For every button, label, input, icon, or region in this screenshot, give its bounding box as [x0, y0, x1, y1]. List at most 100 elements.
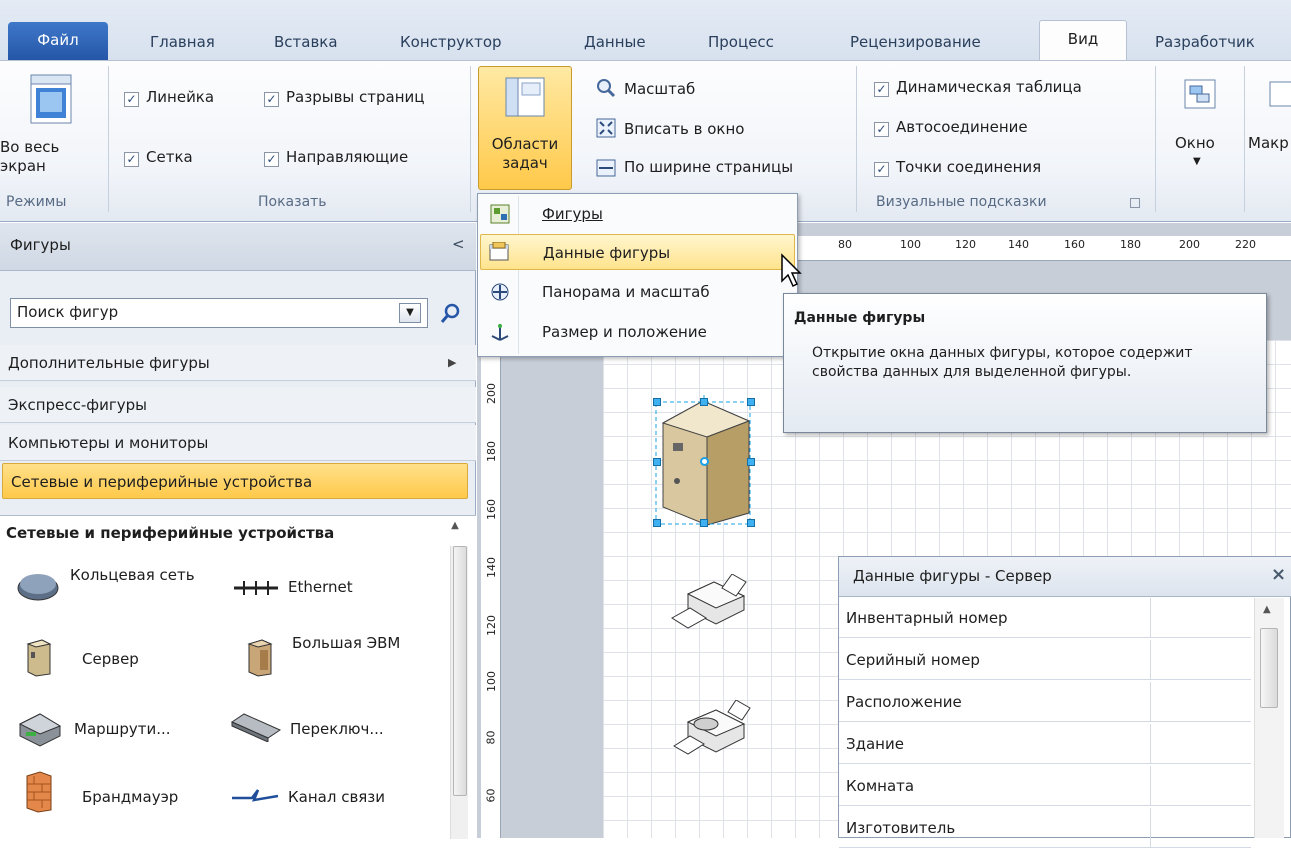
shape-data-window-title: Данные фигуры - Сервер — [853, 567, 1052, 585]
tab-developer[interactable]: Разработчик — [1151, 24, 1259, 60]
stencil-network-peripherals: Сетевые и периферийные устройства ▲ Коль… — [0, 515, 476, 839]
task-panes-icon — [505, 77, 545, 117]
shapes-panel-header: Фигуры < — [0, 223, 476, 271]
shape-server[interactable]: Сервер — [20, 628, 220, 692]
switch-icon — [230, 713, 282, 742]
shape-ring-network[interactable]: Кольцевая сеть — [16, 560, 246, 620]
macros-button[interactable]: Макр — [1248, 66, 1291, 190]
canvas-printer-shape[interactable] — [670, 574, 750, 634]
data-value-building[interactable] — [1150, 724, 1251, 764]
category-network-peripherals[interactable]: Сетевые и периферийные устройства — [2, 463, 468, 499]
dialog-launcher-icon[interactable] — [1130, 198, 1140, 208]
tab-process[interactable]: Процесс — [704, 24, 778, 60]
zoom-icon — [597, 79, 616, 98]
page-width-button[interactable]: По ширине страницы — [624, 158, 793, 176]
chevron-right-icon: ▶ — [448, 356, 457, 369]
mainframe-icon — [247, 639, 273, 677]
guides-label: Направляющие — [286, 148, 409, 166]
tab-view[interactable]: Вид — [1039, 20, 1127, 61]
fit-window-icon — [596, 118, 616, 138]
search-icon[interactable] — [440, 303, 462, 325]
size-position-icon — [491, 324, 509, 341]
ruler-checkbox[interactable]: ✓ — [124, 92, 139, 107]
shape-data-tooltip: Данные фигуры Открытие окна данных фигур… — [783, 293, 1267, 433]
shape-switch[interactable]: Переключ... — [230, 704, 440, 760]
scroll-up-icon[interactable]: ▲ — [1263, 604, 1271, 615]
data-value-room[interactable] — [1150, 766, 1251, 806]
autoconnect-label: Автосоединение — [896, 118, 1028, 136]
comm-link-icon — [232, 789, 279, 802]
mouse-cursor-icon — [781, 253, 802, 288]
data-value-serial-number[interactable] — [1150, 640, 1251, 680]
shape-data-scrollbar[interactable]: ▲ — [1254, 598, 1284, 838]
data-value-inventory-number[interactable] — [1150, 598, 1251, 638]
close-icon[interactable]: × — [1271, 564, 1286, 585]
group-label-modes: Режимы — [6, 194, 67, 210]
fullscreen-button[interactable]: Во весь экран — [0, 66, 102, 192]
task-panes-menu: Фигуры Данные фигуры Панорама и масштаб … — [477, 193, 798, 357]
tab-file[interactable]: Файл — [8, 22, 108, 60]
category-quick-shapes[interactable]: Экспресс-фигуры — [0, 387, 476, 423]
ethernet-icon — [234, 581, 278, 595]
category-more-shapes[interactable]: Дополнительные фигуры ▶ — [0, 345, 476, 381]
search-shapes-input[interactable]: Поиск фигур ▼ — [10, 298, 428, 328]
scrollbar-thumb[interactable] — [1260, 628, 1278, 708]
server-icon — [26, 639, 52, 677]
firewall-icon — [26, 771, 52, 813]
router-icon — [18, 713, 62, 747]
group-label-show: Показать — [258, 194, 327, 210]
dynamic-grid-checkbox[interactable]: ✓ — [874, 82, 889, 97]
ring-network-icon — [17, 574, 59, 601]
stencil-title: Сетевые и периферийные устройства — [6, 524, 335, 542]
guides-checkbox[interactable]: ✓ — [264, 152, 279, 167]
zoom-button[interactable]: Масштаб — [624, 80, 695, 98]
window-icon — [1184, 79, 1216, 109]
pan-zoom-icon — [491, 283, 509, 301]
canvas-server-shape[interactable] — [653, 395, 755, 527]
data-value-manufacturer[interactable] — [1150, 808, 1251, 848]
category-computers-monitors[interactable]: Компьютеры и мониторы — [0, 425, 476, 461]
connection-points-checkbox[interactable]: ✓ — [874, 162, 889, 177]
canvas-fax-shape[interactable] — [672, 700, 752, 760]
tooltip-title: Данные фигуры — [794, 310, 926, 326]
grid-label: Сетка — [146, 148, 193, 166]
shape-mainframe[interactable]: Большая ЭВМ — [240, 628, 440, 692]
shapes-panel-title: Фигуры — [10, 236, 71, 254]
tab-review[interactable]: Рецензирование — [846, 24, 985, 60]
shape-router[interactable]: Маршрути... — [16, 704, 226, 760]
shape-data-icon — [489, 242, 509, 261]
autoconnect-checkbox[interactable]: ✓ — [874, 122, 889, 137]
menu-item-shape-data[interactable]: Данные фигуры — [480, 234, 795, 270]
page-breaks-label: Разрывы страниц — [286, 88, 425, 106]
fullscreen-icon — [30, 74, 72, 124]
dynamic-grid-label: Динамическая таблица — [896, 78, 1082, 96]
page-width-icon — [596, 159, 616, 177]
tab-home[interactable]: Главная — [146, 24, 219, 60]
shape-ethernet[interactable]: Ethernet — [232, 560, 432, 620]
menu-item-size-position[interactable]: Размер и положение — [480, 314, 795, 350]
shape-comm-link[interactable]: Канал связи — [230, 766, 440, 830]
shapes-icon — [490, 204, 510, 224]
shape-firewall[interactable]: Брандмауэр — [22, 766, 232, 830]
ribbon-tab-bar: Файл Главная Вставка Конструктор Данные … — [0, 0, 1291, 61]
search-dropdown-button[interactable]: ▼ — [399, 303, 421, 323]
window-button[interactable]: Окно ▼ — [1165, 66, 1237, 190]
page-breaks-checkbox[interactable]: ✓ — [264, 92, 279, 107]
fit-window-button[interactable]: Вписать в окно — [624, 120, 744, 138]
ruler-label: Линейка — [146, 88, 215, 106]
tab-design[interactable]: Конструктор — [396, 24, 506, 60]
task-panes-button[interactable]: Области задач — [478, 66, 572, 190]
scroll-up-icon[interactable]: ▲ — [446, 520, 464, 538]
grid-checkbox[interactable]: ✓ — [124, 152, 139, 167]
data-value-location[interactable] — [1150, 682, 1251, 722]
chevron-down-icon: ▼ — [1193, 156, 1201, 167]
tooltip-body: Открытие окна данных фигуры, которое сод… — [812, 345, 1193, 380]
menu-item-pan-zoom[interactable]: Панорама и масштаб — [480, 274, 795, 310]
menu-item-shapes[interactable]: Фигуры — [480, 196, 795, 232]
stencil-scrollbar[interactable] — [450, 546, 468, 839]
tab-data[interactable]: Данные — [580, 24, 650, 60]
collapse-panel-button[interactable]: < — [452, 235, 465, 253]
tab-insert[interactable]: Вставка — [270, 24, 342, 60]
group-label-visual-aids: Визуальные подсказки — [876, 194, 1047, 210]
shape-data-window-titlebar[interactable]: Данные фигуры - Сервер × — [839, 557, 1291, 597]
